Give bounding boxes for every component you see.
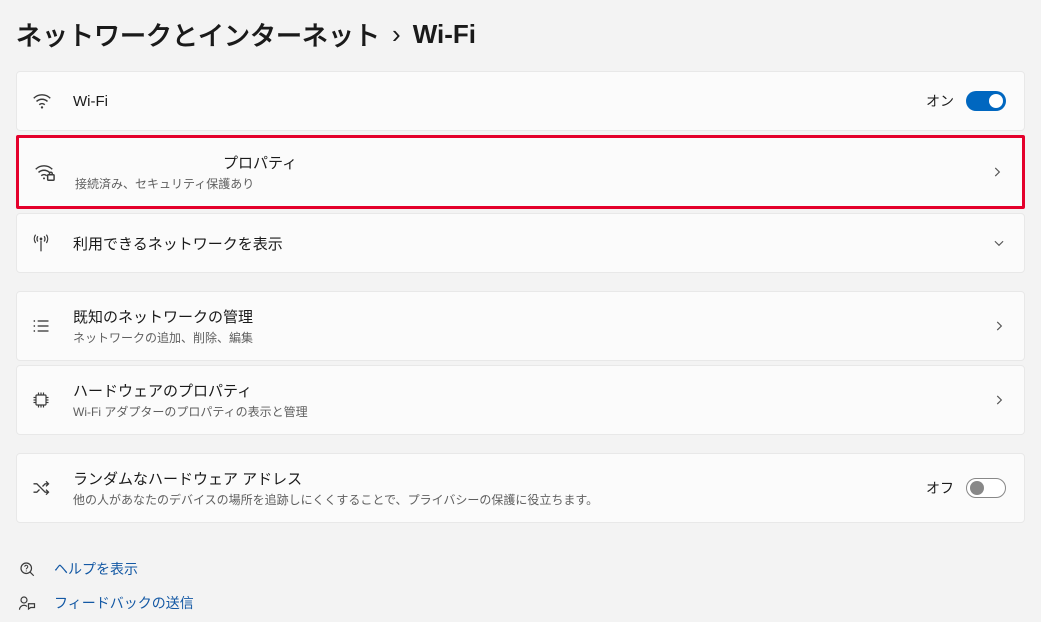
wifi-secured-icon	[33, 161, 75, 183]
feedback-icon	[18, 594, 40, 612]
feedback-row: フィードバックの送信	[18, 593, 1025, 613]
known-networks-subtitle: ネットワークの追加、削除、編集	[73, 329, 992, 346]
wifi-label: Wi-Fi	[73, 93, 108, 110]
wifi-properties-label: プロパティ	[223, 152, 297, 173]
random-address-label: ランダムなハードウェア アドレス	[73, 468, 302, 489]
chevron-down-icon	[992, 236, 1006, 250]
available-networks-label: 利用できるネットワークを表示	[73, 233, 283, 254]
breadcrumb-parent[interactable]: ネットワークとインターネット	[16, 16, 380, 53]
random-address-state-label: オフ	[926, 478, 954, 498]
shuffle-icon	[31, 478, 73, 498]
breadcrumb: ネットワークとインターネット › Wi-Fi	[16, 0, 1025, 71]
available-networks-row[interactable]: 利用できるネットワークを表示	[16, 213, 1025, 273]
known-networks-label: 既知のネットワークの管理	[73, 306, 253, 327]
chip-icon	[31, 390, 73, 410]
antenna-icon	[31, 232, 73, 254]
known-networks-row[interactable]: 既知のネットワークの管理 ネットワークの追加、削除、編集	[16, 291, 1025, 361]
chevron-right-icon	[992, 393, 1006, 407]
wifi-state-label: オン	[926, 91, 954, 111]
random-address-row: ランダムなハードウェア アドレス 他の人があなたのデバイスの場所を追跡しにくくす…	[16, 453, 1025, 523]
breadcrumb-current: Wi-Fi	[413, 19, 476, 50]
list-icon	[31, 316, 73, 336]
hardware-properties-subtitle: Wi-Fi アダプターのプロパティの表示と管理	[73, 403, 992, 420]
chevron-right-icon	[990, 165, 1004, 179]
breadcrumb-separator: ›	[392, 19, 401, 50]
help-icon	[18, 560, 40, 578]
wifi-properties-row[interactable]: プロパティ 接続済み、セキュリティ保護あり	[16, 135, 1025, 209]
hardware-properties-row[interactable]: ハードウェアのプロパティ Wi-Fi アダプターのプロパティの表示と管理	[16, 365, 1025, 435]
footer-links: ヘルプを表示 フィードバックの送信	[16, 527, 1025, 613]
feedback-link[interactable]: フィードバックの送信	[54, 593, 194, 613]
help-link[interactable]: ヘルプを表示	[54, 559, 138, 579]
random-address-subtitle: 他の人があなたのデバイスの場所を追跡しにくくすることで、プライバシーの保護に役立…	[73, 491, 926, 508]
help-row: ヘルプを表示	[18, 559, 1025, 579]
hardware-properties-label: ハードウェアのプロパティ	[73, 380, 252, 401]
chevron-right-icon	[992, 319, 1006, 333]
wifi-icon	[31, 90, 73, 112]
wifi-properties-subtitle: 接続済み、セキュリティ保護あり	[75, 175, 990, 192]
wifi-toggle[interactable]	[966, 91, 1006, 111]
random-address-toggle[interactable]	[966, 478, 1006, 498]
wifi-row: Wi-Fi オン	[16, 71, 1025, 131]
